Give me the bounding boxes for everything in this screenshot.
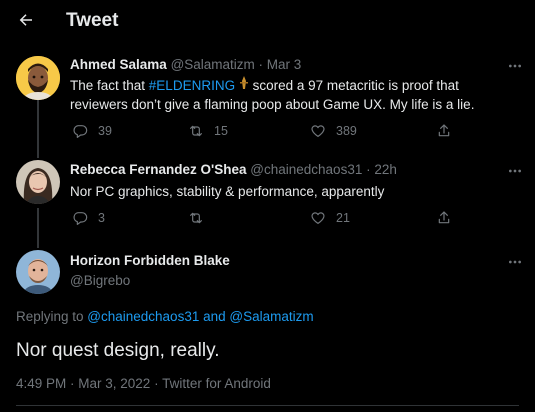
reply-count: 3 — [98, 211, 105, 225]
divider — [16, 405, 519, 406]
retweet-button[interactable]: 15 — [188, 123, 228, 139]
tweet-time[interactable]: 22h — [374, 162, 397, 177]
tweet-ahmed[interactable]: Ahmed Salama @Salamatizm · Mar 3 The fac… — [0, 0, 535, 150]
like-button[interactable]: 389 — [310, 123, 357, 139]
ellipsis-icon — [509, 169, 521, 173]
share-icon — [438, 211, 450, 224]
replying-prefix: Replying to — [16, 309, 88, 324]
tweet-rebecca[interactable]: Rebecca Fernandez O'Shea @chainedchaos31… — [0, 150, 535, 240]
replying-and[interactable]: and — [199, 309, 229, 324]
replying-user-link[interactable]: @chainedchaos31 — [87, 309, 199, 324]
author-name[interactable]: Ahmed Salama — [70, 57, 167, 72]
retweet-button[interactable] — [188, 210, 214, 226]
tweet-text-part: The fact that — [70, 78, 149, 93]
tweet-text: Nor PC graphics, stability & performance… — [70, 184, 385, 199]
more-options-button[interactable] — [505, 163, 525, 179]
author-name[interactable]: Horizon Forbidden Blake — [70, 253, 230, 268]
hashtag-emoji-icon — [239, 76, 249, 93]
avatar-illustration-icon — [16, 56, 60, 100]
reply-button[interactable]: 3 — [72, 210, 105, 226]
avatar[interactable] — [16, 250, 60, 294]
tweet-header: Ahmed Salama @Salamatizm · Mar 3 — [70, 57, 301, 72]
replying-to: Replying to @chainedchaos31 and @Salamat… — [16, 309, 314, 324]
tweet-text: Nor quest design, really. — [16, 340, 220, 361]
tweet-actions: 39 15 389 — [70, 123, 510, 143]
avatar-photo-icon — [16, 250, 60, 294]
retweet-count: 15 — [214, 124, 228, 138]
ellipsis-icon — [509, 64, 521, 68]
share-button[interactable] — [436, 210, 452, 226]
hashtag-link[interactable]: #ELDENRING — [149, 78, 235, 93]
avatar-photo-icon — [16, 160, 60, 204]
separator-dot: · — [254, 57, 267, 72]
heart-icon — [311, 125, 325, 137]
more-options-button[interactable] — [505, 58, 525, 74]
tweet-header: Rebecca Fernandez O'Shea @chainedchaos31… — [70, 162, 397, 177]
author-handle[interactable]: @Salamatizm — [171, 57, 255, 72]
like-button[interactable]: 21 — [310, 210, 350, 226]
share-button[interactable] — [436, 123, 452, 139]
separator-dot: · — [362, 162, 375, 177]
share-icon — [438, 124, 450, 137]
ellipsis-icon — [509, 260, 521, 264]
author-handle[interactable]: @chainedchaos31 — [250, 162, 362, 177]
heart-icon — [311, 212, 325, 224]
avatar[interactable] — [16, 160, 60, 204]
retweet-icon — [190, 125, 202, 137]
tweet-timestamp[interactable]: 4:49 PM · Mar 3, 2022 · Twitter for Andr… — [16, 376, 271, 391]
replying-user-link[interactable]: @Salamatizm — [229, 309, 313, 324]
retweet-icon — [190, 212, 202, 224]
author-handle[interactable]: @Bigrebo — [70, 273, 130, 288]
like-count: 21 — [336, 211, 350, 225]
avatar[interactable] — [16, 56, 60, 100]
reply-button[interactable]: 39 — [72, 123, 112, 139]
author-name[interactable]: Rebecca Fernandez O'Shea — [70, 162, 247, 177]
reply-icon — [73, 125, 88, 138]
reply-icon — [73, 212, 88, 225]
tweet-text: The fact that #ELDENRING scored a 97 met… — [70, 76, 520, 114]
more-options-button[interactable] — [505, 254, 525, 270]
tweet-time[interactable]: Mar 3 — [267, 57, 302, 72]
tweet-actions: 3 21 — [70, 210, 510, 230]
like-count: 389 — [336, 124, 357, 138]
reply-count: 39 — [98, 124, 112, 138]
